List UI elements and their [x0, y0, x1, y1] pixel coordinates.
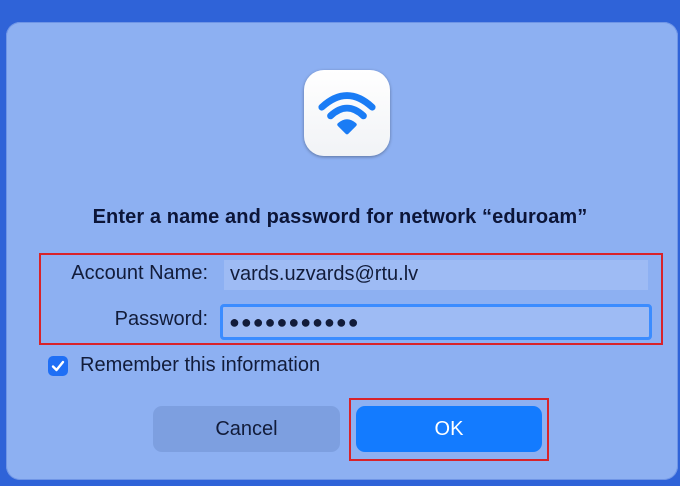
account-name-label: Account Name:	[71, 262, 208, 284]
ok-highlight-frame	[349, 398, 549, 461]
remember-info-option[interactable]: Remember this information	[48, 354, 320, 377]
cancel-button[interactable]: Cancel	[153, 406, 340, 452]
remember-label: Remember this information	[80, 354, 321, 376]
checkmark-icon	[51, 360, 65, 371]
password-field[interactable]: ●●●●●●●●●●●	[220, 304, 652, 340]
remember-checkbox[interactable]	[48, 355, 68, 376]
wifi-icon	[304, 70, 390, 156]
dialog-title: Enter a name and password for network “e…	[92, 206, 588, 228]
account-name-field[interactable]: vards.uzvards@rtu.lv	[224, 260, 648, 290]
network-login-dialog: Enter a name and password for network “e…	[0, 0, 680, 486]
password-label: Password:	[114, 308, 208, 330]
